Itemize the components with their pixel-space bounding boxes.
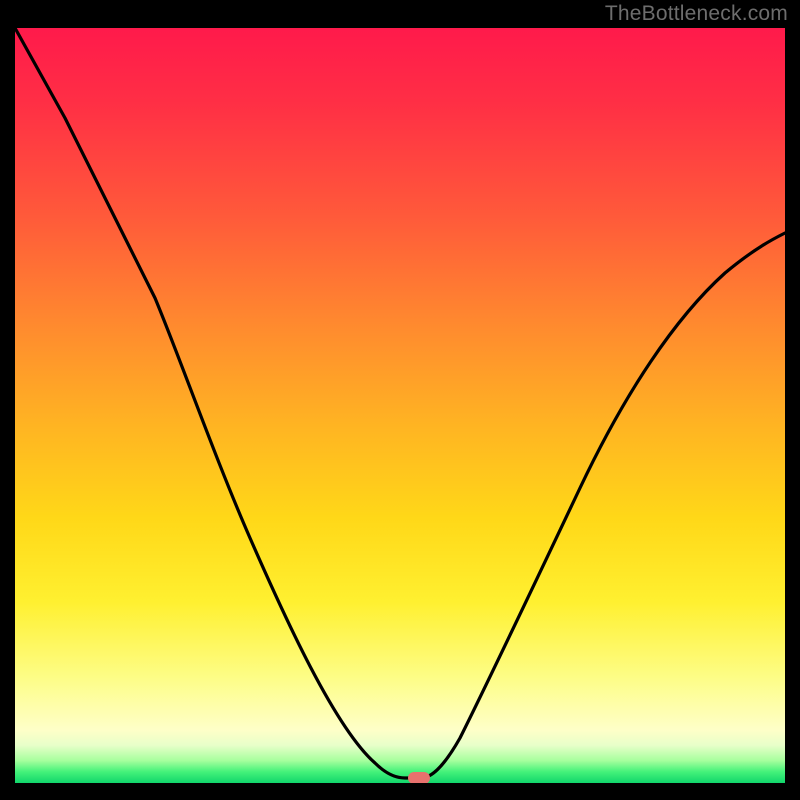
optimum-marker xyxy=(408,772,430,783)
bottleneck-curve xyxy=(15,28,785,783)
curve-path xyxy=(15,28,785,778)
chart-frame: TheBottleneck.com xyxy=(0,0,800,800)
plot-area xyxy=(15,28,785,783)
watermark-text: TheBottleneck.com xyxy=(605,2,788,26)
